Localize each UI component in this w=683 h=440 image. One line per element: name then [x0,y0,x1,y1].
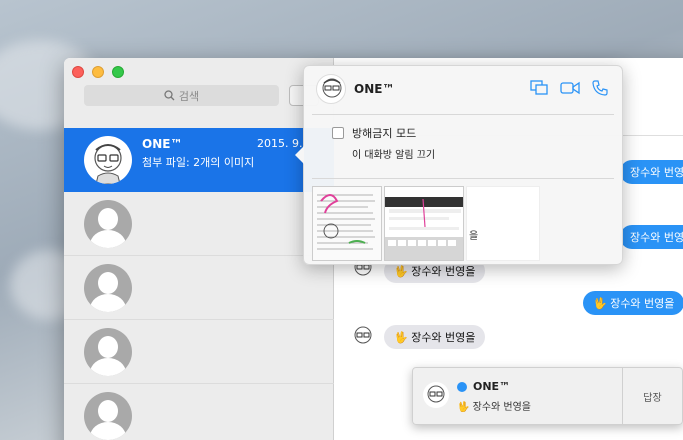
conversation-item[interactable] [64,384,334,440]
dnd-checkbox[interactable] [332,127,344,139]
attachment-thumbnail[interactable] [312,186,382,261]
search-field[interactable]: 검색 [84,85,279,106]
attachment-caption: 을 [469,231,479,242]
avatar [84,136,132,184]
placeholder-avatar [84,392,132,440]
maximize-window-button[interactable] [112,66,124,78]
screen-share-icon[interactable] [530,80,548,96]
phone-call-icon[interactable] [592,80,608,96]
search-placeholder: 검색 [178,89,200,103]
popover-arrow [295,146,304,164]
placeholder-avatar [84,264,132,312]
reply-label: 답장 [643,392,662,404]
conversation-item[interactable] [64,192,334,256]
sidebar: 검색 ONE™ 2015. 9. 첨부 파일: 2개의 이미지 [64,58,334,440]
placeholder-avatar [84,200,132,248]
dnd-sublabel: 이 대화방 알림 끄기 [352,150,436,161]
conversation-item[interactable] [64,320,334,384]
popover-divider [312,114,614,115]
attachment-thumbnail[interactable]: 을 [466,186,540,261]
conversation-preview: 첨부 파일: 2개의 이미지 [142,156,255,169]
notification-avatar [423,382,449,408]
dnd-label: 방해금지 모드 [352,127,417,140]
messages-app-icon [457,382,467,392]
attachment-thumbnail[interactable] [384,186,464,261]
notification-body: 🖖 장수와 번영을 [457,402,532,413]
message-bubble-incoming[interactable]: 🖖 장수와 번영을 [384,325,486,349]
notification-reply-button[interactable]: 답장 [622,368,682,424]
contact-avatar [316,74,346,104]
conversation-item-selected[interactable]: ONE™ 2015. 9. 첨부 파일: 2개의 이미지 [64,128,334,192]
message-bubble-outgoing[interactable]: 장수와 번영을 [620,160,683,184]
conversation-item[interactable] [64,256,334,320]
message-bubble-outgoing[interactable]: 장수와 번영을 [620,225,683,249]
notification-banner[interactable]: ONE™ 🖖 장수와 번영을 답장 [412,367,683,425]
video-call-icon[interactable] [560,80,580,96]
contact-name: ONE™ [354,82,395,96]
message-bubble-outgoing[interactable]: 🖖 장수와 번영을 [583,291,683,315]
conversation-name: ONE™ [142,137,183,151]
contact-actions [530,80,608,96]
contact-details-popover: ONE™ 방해금지 모드 이 대화방 알림 끄기 을 [295,65,623,265]
sender-avatar [350,323,376,349]
popover-divider [312,178,614,179]
search-icon [164,90,175,101]
minimize-window-button[interactable] [92,66,104,78]
notification-title: ONE™ [473,380,511,393]
close-window-button[interactable] [72,66,84,78]
placeholder-avatar [84,328,132,376]
titlebar: 검색 [64,58,333,136]
